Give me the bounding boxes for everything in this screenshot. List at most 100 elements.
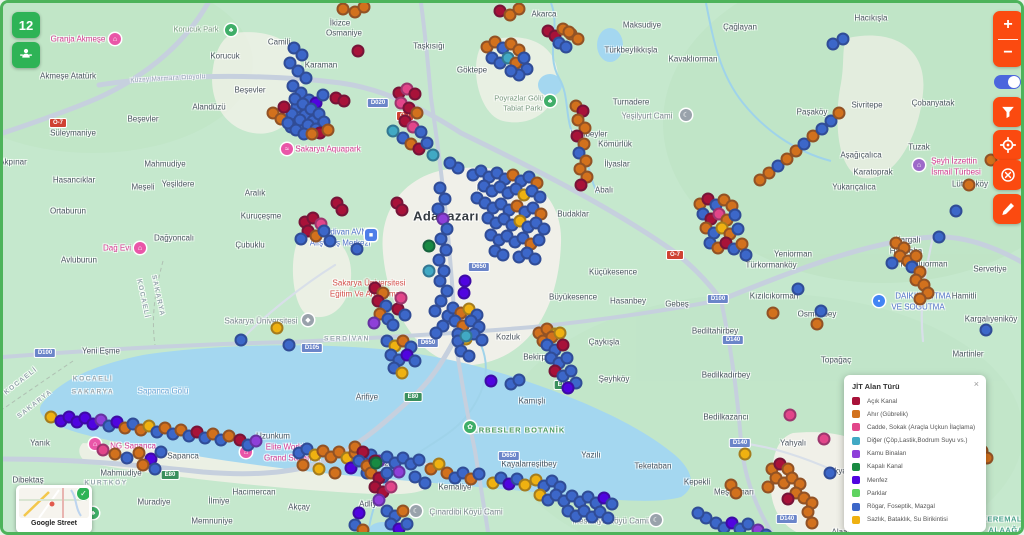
map-marker[interactable] [385, 481, 398, 494]
map-marker[interactable] [271, 322, 284, 335]
map-marker[interactable] [459, 275, 472, 288]
map-marker[interactable] [387, 319, 400, 332]
aquapark-icon[interactable]: ≈ [281, 143, 293, 155]
map-marker[interactable] [760, 529, 773, 535]
street-view-button[interactable] [12, 42, 40, 68]
map-marker[interactable] [980, 324, 993, 337]
map-marker[interactable] [563, 26, 576, 39]
map-marker[interactable] [351, 243, 364, 256]
venue-icon[interactable]: ⌂ [109, 33, 121, 45]
map-marker[interactable] [732, 223, 745, 236]
map-marker[interactable] [575, 179, 588, 192]
mosque-icon[interactable]: ☾ [410, 505, 422, 517]
legend-close-icon[interactable]: × [974, 380, 979, 389]
business-icon[interactable]: ▪ [873, 295, 885, 307]
map-marker[interactable] [337, 3, 350, 16]
map-marker[interactable] [933, 231, 946, 244]
map-marker[interactable] [427, 149, 440, 162]
map-marker[interactable] [423, 240, 436, 253]
map-marker[interactable] [358, 1, 371, 14]
map-marker[interactable] [297, 459, 310, 472]
zoom-out-button[interactable]: − [993, 40, 1023, 68]
map-marker[interactable] [837, 33, 850, 46]
map-marker[interactable] [155, 446, 168, 459]
map-marker[interactable] [497, 249, 510, 262]
map-marker[interactable] [324, 235, 337, 248]
map-marker[interactable] [149, 463, 162, 476]
map-marker[interactable] [824, 467, 837, 480]
map-marker[interactable] [460, 330, 473, 343]
map-marker[interactable] [740, 249, 753, 262]
map-marker[interactable] [602, 512, 615, 525]
map-marker[interactable] [429, 305, 442, 318]
map-marker[interactable] [397, 505, 410, 518]
map-marker[interactable] [387, 125, 400, 138]
map-marker[interactable] [413, 454, 426, 467]
map-marker[interactable] [352, 45, 365, 58]
map-marker[interactable] [914, 293, 927, 306]
map-marker[interactable] [767, 307, 780, 320]
map-marker[interactable] [513, 374, 526, 387]
map-marker[interactable] [792, 283, 805, 296]
basemap-thumbnail[interactable]: ✓ Google Street [16, 485, 92, 533]
shopping-icon[interactable]: ■ [365, 229, 377, 241]
map-marker[interactable] [444, 157, 457, 170]
mosque-icon[interactable]: ☾ [650, 514, 662, 526]
mosque-icon[interactable]: ☾ [680, 109, 692, 121]
map-marker[interactable] [963, 179, 976, 192]
map-marker[interactable] [370, 457, 383, 470]
map-marker[interactable] [336, 204, 349, 217]
map-marker[interactable] [561, 352, 574, 365]
map-marker[interactable] [411, 107, 424, 120]
map-marker[interactable] [833, 107, 846, 120]
map-marker[interactable] [399, 309, 412, 322]
map-marker[interactable] [560, 41, 573, 54]
filter-button[interactable] [993, 97, 1023, 127]
map-marker[interactable] [368, 317, 381, 330]
map-marker[interactable] [557, 339, 570, 352]
layer-toggle-switch[interactable] [994, 75, 1021, 89]
map-marker[interactable] [409, 355, 422, 368]
map-marker[interactable] [818, 433, 831, 446]
map-marker[interactable] [463, 350, 476, 363]
clear-selection-button[interactable] [993, 160, 1023, 190]
map-marker[interactable] [396, 204, 409, 217]
park-icon[interactable]: ♣ [225, 24, 237, 36]
university-icon[interactable]: ◆ [302, 314, 314, 326]
map-marker[interactable] [393, 466, 406, 479]
map-marker[interactable] [283, 339, 296, 352]
map-marker[interactable] [250, 435, 263, 448]
zoom-in-button[interactable]: + [993, 11, 1023, 39]
map-marker[interactable] [396, 367, 409, 380]
map-marker[interactable] [401, 518, 414, 531]
map-marker[interactable] [476, 334, 489, 347]
park-icon[interactable]: ♣ [544, 95, 556, 107]
draw-button[interactable] [993, 194, 1023, 224]
map-marker[interactable] [739, 448, 752, 461]
map-marker[interactable] [815, 305, 828, 318]
map-marker[interactable] [357, 524, 370, 535]
map-marker[interactable] [950, 205, 963, 218]
map-marker[interactable] [329, 467, 342, 480]
map-marker[interactable] [381, 467, 394, 480]
map-marker[interactable] [529, 253, 542, 266]
map-marker[interactable] [886, 257, 899, 270]
map-marker[interactable] [513, 3, 526, 16]
garden-icon[interactable]: ✿ [464, 421, 476, 433]
map-marker[interactable] [395, 292, 408, 305]
map-marker[interactable] [317, 89, 330, 102]
map-marker[interactable] [409, 88, 422, 101]
map-marker[interactable] [338, 95, 351, 108]
map-marker[interactable] [562, 382, 575, 395]
map-marker[interactable] [473, 468, 486, 481]
map-marker[interactable] [430, 327, 443, 340]
map-marker[interactable] [784, 409, 797, 422]
map-marker[interactable] [458, 287, 471, 300]
map-marker[interactable] [692, 507, 705, 520]
map-marker[interactable] [278, 101, 291, 114]
tomb-icon[interactable]: ⌂ [913, 159, 925, 171]
locate-button[interactable] [993, 130, 1023, 160]
map-marker[interactable] [296, 49, 309, 62]
map-marker[interactable] [423, 265, 436, 278]
map-marker[interactable] [306, 128, 319, 141]
